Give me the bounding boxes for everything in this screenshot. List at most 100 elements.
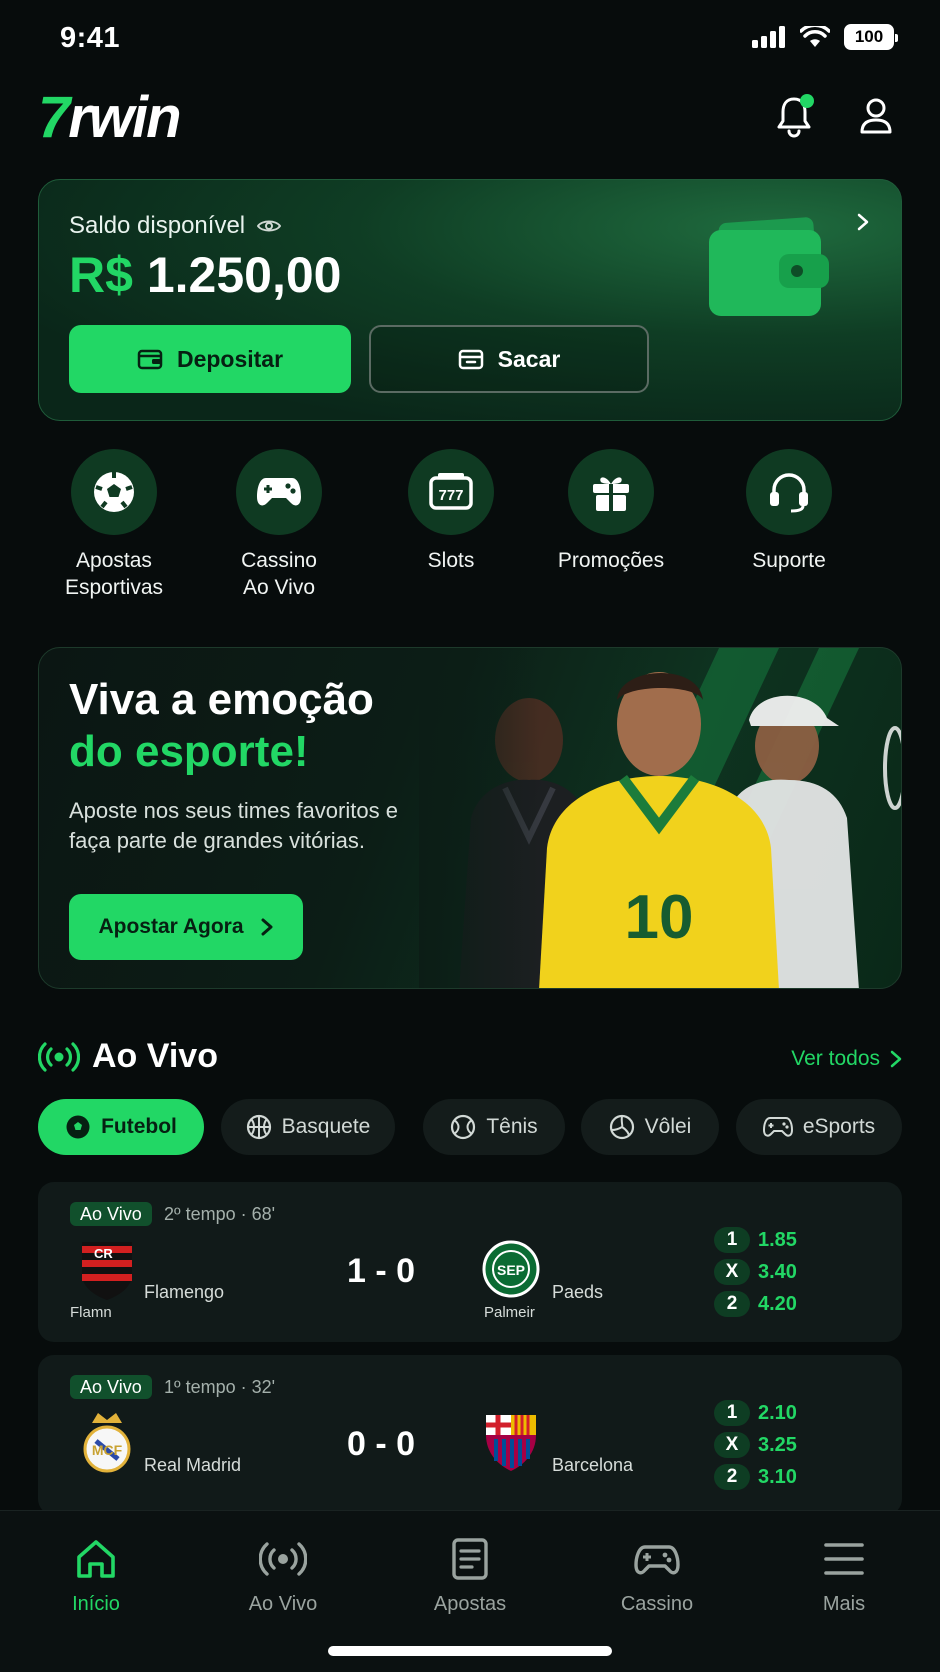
- odd-value: 2.10: [758, 1401, 797, 1424]
- see-all-link[interactable]: Ver todos: [791, 1047, 902, 1071]
- athletes-illustration: 10: [419, 648, 901, 988]
- profile-button[interactable]: [856, 94, 896, 138]
- quick-action-support-circle: [746, 449, 832, 535]
- logo-text: rwin: [68, 85, 181, 150]
- quick-actions: Apostas Esportivas Cassino Ao Vivo 777 S…: [38, 449, 902, 609]
- quick-action-label: Apostas Esportivas: [34, 547, 194, 601]
- live-title-label: Ao Vivo: [92, 1037, 218, 1075]
- nav-home[interactable]: Início: [16, 1535, 176, 1616]
- promo-title-line1: Viva a emoção: [69, 675, 374, 724]
- odd-home[interactable]: 1 2.10: [714, 1397, 834, 1429]
- quick-action-slots-circle: 777: [408, 449, 494, 535]
- odd-value: 3.40: [758, 1260, 797, 1283]
- volleyball-icon: [609, 1114, 634, 1140]
- odd-key: 2: [714, 1291, 750, 1317]
- withdraw-button[interactable]: Sacar: [369, 325, 649, 393]
- quick-action-support[interactable]: Suporte: [709, 449, 869, 574]
- chevron-right-icon: [890, 1050, 902, 1068]
- deposit-label: Depositar: [176, 345, 284, 372]
- tab-label: Vôlei: [644, 1115, 692, 1138]
- wallet-small-icon: [137, 349, 163, 370]
- wallet-icon: [709, 217, 829, 316]
- sport-tabs: Futebol Basquete Tênis Vôlei eSports: [38, 1099, 940, 1155]
- odd-key: 1: [714, 1227, 750, 1253]
- nav-live[interactable]: Ao Vivo: [203, 1535, 363, 1616]
- gamepad-icon: [257, 478, 301, 506]
- svg-text:CR: CR: [94, 1246, 113, 1261]
- logo-prefix: 7: [38, 85, 70, 150]
- quick-action-slots[interactable]: 777 Slots: [371, 449, 531, 574]
- odd-value: 3.10: [758, 1465, 797, 1488]
- live-broadcast-icon: [38, 1041, 80, 1072]
- deposit-button[interactable]: Depositar: [69, 325, 351, 393]
- quick-action-label: Promoções: [531, 547, 691, 574]
- odd-draw[interactable]: X 3.40: [714, 1256, 834, 1288]
- odds-list: 1 2.10 X 3.25 2 3.10: [714, 1397, 834, 1493]
- tab-football[interactable]: Futebol: [38, 1099, 204, 1155]
- eye-icon[interactable]: [257, 218, 282, 234]
- notifications-button[interactable]: [774, 94, 814, 138]
- quick-action-label-line1: Suporte: [752, 549, 826, 572]
- quick-action-label-line1: Promoções: [557, 549, 665, 572]
- quick-action-live-casino[interactable]: Cassino Ao Vivo: [199, 449, 359, 601]
- home-indicator[interactable]: [328, 1646, 612, 1656]
- promo-title: Viva a emoção do esporte!: [69, 674, 374, 778]
- quick-action-sports[interactable]: Apostas Esportivas: [34, 449, 194, 601]
- live-badge: Ao Vivo: [70, 1375, 152, 1399]
- tab-label: Futebol: [101, 1115, 177, 1138]
- brand-logo[interactable]: 7rwin: [38, 85, 182, 150]
- balance-card[interactable]: Saldo disponível R$ 1.250,00 Depositar S…: [38, 179, 902, 421]
- soccer-ball-icon: [94, 472, 134, 512]
- promo-subtitle: Aposte nos seus times favoritos e faça p…: [69, 798, 398, 853]
- headset-icon: [770, 473, 808, 513]
- live-title: Ao Vivo: [38, 1037, 218, 1076]
- match-period: 2º tempo · 68': [164, 1204, 276, 1224]
- odd-draw[interactable]: X 3.25: [714, 1429, 834, 1461]
- balance-value: 1.250,00: [146, 247, 342, 303]
- user-icon: [860, 98, 892, 134]
- balance-amount: R$ 1.250,00: [69, 246, 341, 304]
- home-team-sub: Flamn: [70, 1304, 112, 1321]
- match-card[interactable]: Ao Vivo 2º tempo · 68' CR Flamn Flamengo…: [38, 1182, 902, 1342]
- away-team-sub: Palmeir: [484, 1304, 535, 1321]
- quick-action-casino-circle: [236, 449, 322, 535]
- app-header: 7rwin: [38, 88, 902, 152]
- nav-casino[interactable]: Cassino: [577, 1535, 737, 1616]
- battery-indicator: 100: [844, 24, 898, 50]
- wifi-icon: [800, 26, 830, 47]
- live-section-header: Ao Vivo Ver todos: [38, 1037, 902, 1081]
- promo-banner[interactable]: 10 Viva a emoção do esporte! Aposte nos …: [38, 647, 902, 989]
- nav-bets[interactable]: Apostas: [390, 1535, 550, 1616]
- odd-key: X: [714, 1259, 750, 1285]
- tennis-ball-icon: [451, 1114, 476, 1140]
- tab-basketball[interactable]: Basquete: [221, 1099, 395, 1155]
- odd-away[interactable]: 2 4.20: [714, 1288, 834, 1320]
- chevron-right-icon[interactable]: [853, 212, 873, 232]
- basketball-icon: [246, 1114, 271, 1140]
- nav-more[interactable]: Mais: [764, 1535, 924, 1616]
- promo-title-line2: do esporte!: [69, 727, 309, 776]
- match-score: 0 - 0: [346, 1425, 416, 1463]
- barcelona-crest-icon: [486, 1415, 536, 1471]
- tab-volleyball[interactable]: Vôlei: [581, 1099, 719, 1155]
- quick-action-sports-circle: [71, 449, 157, 535]
- tab-label: Tênis: [486, 1115, 538, 1138]
- quick-action-label: Slots: [371, 547, 531, 574]
- quick-action-label-line2: Esportivas: [64, 576, 164, 599]
- withdraw-label: Sacar: [497, 345, 561, 372]
- bet-now-button[interactable]: Apostar Agora: [69, 894, 303, 960]
- tab-tennis[interactable]: Tênis: [423, 1099, 565, 1155]
- tab-esports[interactable]: eSports: [736, 1099, 902, 1155]
- odd-home[interactable]: 1 1.85: [714, 1224, 834, 1256]
- svg-text:MCF: MCF: [92, 1442, 123, 1458]
- tab-label: Basquete: [281, 1115, 371, 1138]
- odds-list: 1 1.85 X 3.40 2 4.20: [714, 1224, 834, 1320]
- quick-action-promotions-circle: [568, 449, 654, 535]
- odd-away[interactable]: 2 3.10: [714, 1461, 834, 1493]
- flamengo-crest-icon: CR: [82, 1242, 132, 1300]
- gamepad-icon: [634, 1545, 680, 1575]
- status-icons: 100: [752, 24, 898, 50]
- quick-action-promotions[interactable]: Promoções: [531, 449, 691, 574]
- match-card[interactable]: Ao Vivo 1º tempo · 32' MCF Real Madrid 0…: [38, 1355, 902, 1515]
- bet-slip-icon: [452, 1538, 488, 1580]
